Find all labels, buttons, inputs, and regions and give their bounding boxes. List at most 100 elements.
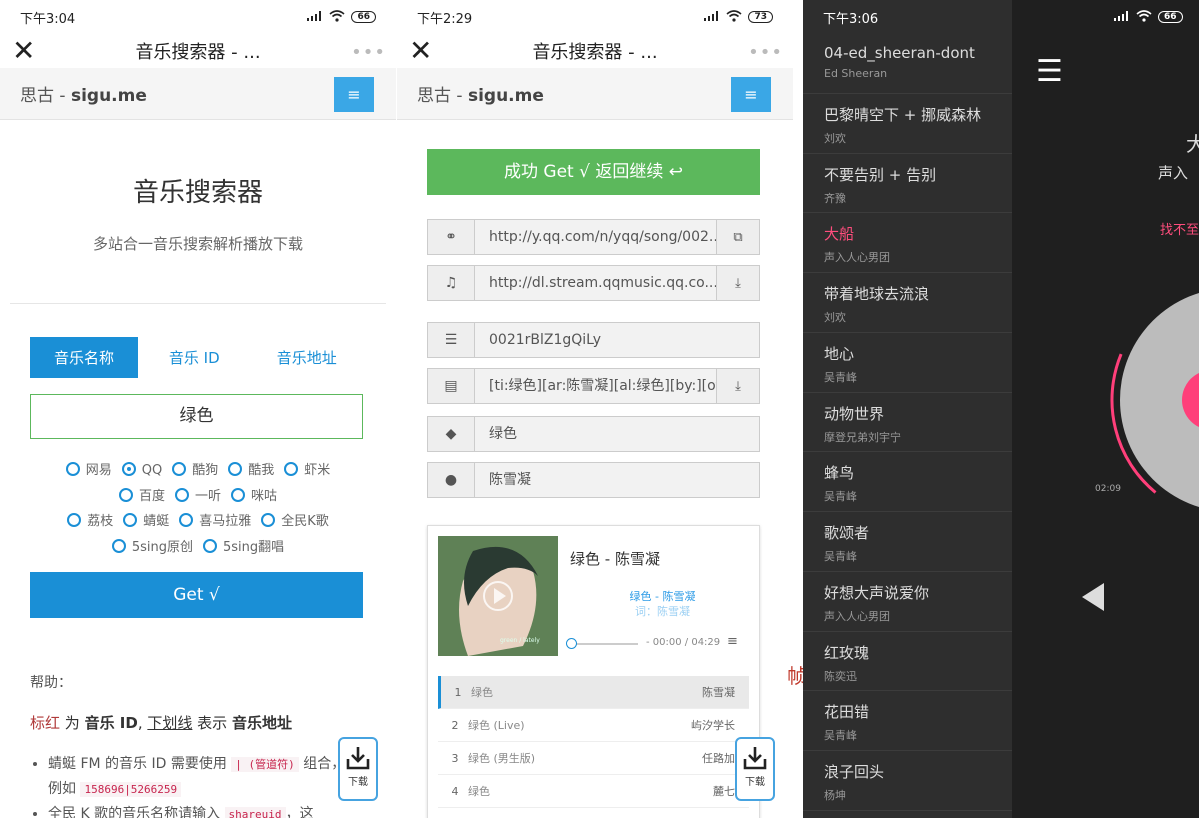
radio-label: 喜马拉雅 (199, 514, 252, 529)
download-lyric-icon[interactable]: ⤓ (716, 369, 759, 403)
song-artist: 齐豫 (824, 191, 846, 205)
search-input[interactable]: 绿色 (30, 394, 363, 439)
source-radio[interactable]: 网易 (65, 458, 112, 484)
lyric-line: 找不至 (1160, 223, 1199, 238)
external-link-icon[interactable]: ⧉ (716, 220, 759, 254)
status-time: 下午3:06 (823, 11, 879, 27)
source-radio[interactable]: 蜻蜓 (123, 509, 169, 535)
source-radio[interactable]: 咪咕 (231, 484, 277, 510)
playlist-row[interactable]: 4 绿色 麓七 (438, 775, 749, 808)
song-list-item[interactable]: 花田错 吴青峰 (803, 691, 1012, 751)
song-title: 带着地球去流浪 (824, 285, 930, 303)
player-app-screen: ☰ 大 声入 找不至 02:09 下午3:06 66 04-ed_sheeran… (803, 0, 1199, 818)
progress-knob[interactable] (566, 638, 577, 649)
lyric-input[interactable]: [ti:绿色][ar:陈雪凝][al:绿色][by:][of... (475, 369, 716, 403)
radio-circle-icon (174, 487, 189, 502)
get-button[interactable]: Get √ (30, 572, 363, 618)
source-radio[interactable]: QQ (121, 458, 162, 484)
song-link-input[interactable]: http://y.qq.com/n/yqq/song/002... (475, 220, 716, 254)
menu-icon[interactable]: ☰ (1036, 57, 1063, 87)
song-list-item[interactable]: 好想大声说爱你 声入人心男团 (803, 572, 1012, 632)
song-list-item[interactable]: 歌颂者 吴青峰 (803, 512, 1012, 572)
now-playing-title: 大 (1186, 132, 1199, 156)
site-navbar: 思古 - sigu.me ≡ (397, 68, 793, 120)
previous-icon[interactable] (1082, 583, 1104, 611)
song-list-item[interactable]: 动物世界 摩登兄弟刘宇宁 (803, 393, 1012, 453)
song-list-item[interactable]: 红玫瑰 陈奕迅 (803, 632, 1012, 692)
source-radio[interactable]: 5sing翻唱 (203, 535, 284, 561)
source-radio[interactable]: 百度 (118, 484, 165, 510)
song-url-field: ♫ http://dl.stream.qqmusic.qq.co... ⤓ (427, 265, 760, 301)
track-artist: 陈雪凝 (702, 686, 735, 699)
song-artist: 声入人心男团 (824, 251, 890, 265)
search-screen: 下午3:04 66 ✕ 音乐搜索器 - ... ••• 思古 - sigu.me… (0, 0, 396, 818)
song-list-item[interactable]: 浪子回头 杨坤 (803, 751, 1012, 811)
song-artist: 刘欢 (824, 131, 846, 145)
album-cover[interactable]: green / lately (438, 536, 558, 656)
tab-music-name[interactable]: 音乐名称 (30, 337, 138, 378)
file-icon: ▤ (428, 369, 475, 403)
radio-label: 5sing翻唱 (223, 539, 285, 555)
track-artist: 屿汐学长 (691, 719, 735, 732)
source-radio[interactable]: 一听 (174, 484, 221, 510)
song-list-item[interactable]: 地心 吴青峰 (803, 333, 1012, 393)
song-artist: 摩登兄弟刘宇宁 (824, 430, 901, 444)
song-artist: 吴青峰 (824, 490, 857, 504)
site-brand[interactable]: 思古 - sigu.me (417, 81, 544, 106)
source-radio[interactable]: 酷狗 (172, 458, 218, 484)
source-radio[interactable]: 虾米 (284, 458, 330, 484)
tab-music-url[interactable]: 音乐地址 (251, 337, 364, 378)
track-name: 绿色 (男生版) (468, 752, 536, 765)
song-artist: 刘欢 (824, 311, 846, 324)
wifi-icon (1136, 9, 1152, 25)
source-radio[interactable]: 酷我 (228, 458, 274, 484)
song-list-item[interactable]: 大船 声入人心男团 (803, 213, 1012, 273)
menu-button[interactable]: ≡ (731, 77, 771, 112)
progress-ring[interactable] (1072, 280, 1199, 520)
song-url-input[interactable]: http://dl.stream.qqmusic.qq.co... (475, 266, 716, 300)
radio-circle-icon (67, 513, 82, 527)
link-icon: ⚭ (428, 220, 475, 254)
radio-circle-icon (284, 462, 299, 476)
source-radio[interactable]: 喜马拉雅 (179, 509, 251, 535)
artist-input[interactable]: 陈雪凝 (475, 463, 759, 497)
browser-titlebar: ✕ 音乐搜索器 - ... ••• (397, 34, 793, 68)
radio-circle-icon (203, 538, 217, 553)
source-radio[interactable]: 5sing原创 (111, 535, 193, 561)
help-heading: 帮助： (30, 675, 72, 691)
playlist-row[interactable]: 2 绿色 (Live) 屿汐学长 (438, 709, 749, 742)
track-index: 1 (454, 685, 462, 699)
menu-button[interactable]: ≡ (334, 77, 374, 112)
song-artist: 吴青峰 (824, 729, 857, 743)
download-button[interactable]: 下载 (338, 737, 378, 801)
playlist-toggle-icon[interactable]: ≡ (727, 634, 738, 649)
download-url-icon[interactable]: ⤓ (716, 266, 759, 300)
playlist-row[interactable]: 3 绿色 (男生版) 任路加 (438, 742, 749, 775)
song-drawer: 下午3:06 66 04-ed_sheeran-dont Ed Sheeran 巴黎… (803, 0, 1183, 818)
song-title: 地心 (824, 344, 855, 363)
now-playing-artist: 声入 (1158, 164, 1189, 182)
player-time: - 00:00 / 04:29 (646, 637, 721, 648)
song-list-item[interactable]: 蜂鸟 吴青峰 (803, 452, 1012, 512)
track-index: 3 (451, 751, 459, 765)
more-icon[interactable]: ••• (351, 42, 386, 63)
song-list-item[interactable]: 不要告别 + 告别 齐豫 (803, 154, 1012, 214)
download-button[interactable]: 下载 (735, 737, 775, 801)
source-radio[interactable]: 荔枝 (67, 509, 113, 535)
search-type-tabs: 音乐名称 音乐 ID 音乐地址 (30, 337, 363, 378)
song-list-item[interactable]: 带着地球去流浪 刘欢 (803, 273, 1012, 333)
more-icon[interactable]: ••• (748, 42, 783, 63)
playlist-row[interactable]: 1 绿色 陈雪凝 (438, 676, 749, 709)
lyric-next-line: 词：陈雪凝 (635, 605, 690, 618)
progress-bar[interactable] (566, 638, 638, 649)
song-name-input[interactable]: 绿色 (475, 417, 759, 451)
song-list-item[interactable]: 04-ed_sheeran-dont Ed Sheeran (803, 34, 1012, 94)
source-radio[interactable]: 全民K歌 (261, 509, 329, 535)
back-button[interactable]: 成功 Get √ 返回继续 ↩ (427, 149, 760, 195)
tab-music-id[interactable]: 音乐 ID (138, 337, 251, 378)
song-list-item[interactable]: 巴黎晴空下 + 挪威森林 刘欢 (803, 94, 1012, 154)
download-icon (743, 747, 767, 770)
song-id-input[interactable]: 0021rBlZ1gQiLy (475, 323, 759, 357)
site-brand[interactable]: 思古 - sigu.me (20, 81, 147, 106)
result-screen: 下午2:29 73 ✕ 音乐搜索器 - ... ••• 思古 - sigu.me… (397, 0, 793, 818)
